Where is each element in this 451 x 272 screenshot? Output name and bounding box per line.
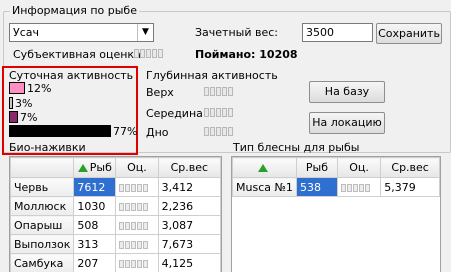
row-avg: 4,125 — [157, 253, 221, 272]
row-count[interactable]: 7612 — [73, 177, 117, 197]
table-row[interactable]: Самбука 207 4,125 — [10, 253, 221, 272]
depth-bottom-rating — [204, 127, 233, 136]
row-name[interactable]: Моллюск — [10, 196, 75, 216]
subjective-label: Субъективная оценка — [13, 48, 141, 61]
header-count[interactable]: Рыб — [295, 157, 338, 178]
depth-activity-title: Глубинная активность — [146, 69, 278, 82]
activity-bar-label: 77% — [113, 125, 138, 138]
row-count[interactable]: 313 — [73, 234, 117, 254]
row-rating[interactable] — [115, 177, 159, 197]
activity-bar-label: 3% — [15, 97, 33, 110]
rating-cells — [119, 240, 149, 249]
table-header-row: Рыб Оц. Ср.вес — [232, 157, 440, 178]
row-avg: 3,412 — [157, 177, 221, 197]
activity-bar — [9, 97, 13, 109]
activity-bar-label: 7% — [20, 111, 38, 124]
row-avg: 3,087 — [157, 215, 221, 235]
rating-cells — [119, 183, 149, 192]
score-input[interactable]: 3500 — [302, 23, 373, 42]
row-name[interactable]: Выползок — [10, 234, 75, 254]
row-rating[interactable] — [115, 253, 159, 272]
header-name — [232, 157, 297, 178]
rating-cells — [119, 202, 149, 211]
subjective-rating[interactable] — [134, 49, 163, 58]
rating-cells — [119, 221, 149, 230]
header-rating[interactable]: Оц. — [115, 157, 159, 178]
header-rating[interactable]: Оц. — [336, 157, 382, 178]
row-rating[interactable] — [336, 177, 382, 197]
row-avg: 2,236 — [157, 196, 221, 216]
row-rating[interactable] — [115, 234, 159, 254]
row-name[interactable]: Опарыш — [10, 215, 75, 235]
header-count[interactable]: Рыб — [73, 157, 117, 178]
table-row[interactable]: Моллюск 1030 2,236 — [10, 196, 221, 216]
table-row[interactable]: Червь 7612 3,412 — [10, 177, 221, 197]
row-name[interactable]: Musca №1 — [232, 177, 297, 197]
depth-middle-rating — [204, 108, 233, 117]
row-name[interactable]: Самбука — [10, 253, 75, 272]
to-location-button[interactable]: На локацию — [309, 112, 385, 134]
depth-bottom-label: Дно — [146, 126, 169, 139]
depth-middle-label: Середина — [146, 107, 203, 120]
row-avg: 5,379 — [380, 177, 440, 197]
table-row[interactable]: Опарыш 508 3,087 — [10, 215, 221, 235]
header-avg[interactable]: Ср.вес — [380, 157, 440, 178]
row-rating[interactable] — [115, 215, 159, 235]
activity-bar — [9, 125, 111, 137]
activity-bar — [9, 111, 18, 123]
bait-label: Био-наживки — [9, 141, 86, 154]
chevron-down-icon[interactable]: ▼ — [137, 24, 153, 41]
daily-activity-title: Суточная активность — [9, 69, 134, 82]
rating-cells — [119, 259, 149, 268]
activity-bar-label: 12% — [27, 82, 52, 95]
row-rating[interactable] — [115, 196, 159, 216]
group-title: Информация по рыбе — [10, 4, 139, 17]
header-avg[interactable]: Ср.вес — [157, 157, 221, 178]
lure-table[interactable]: Рыб Оц. Ср.вес Musca №1 538 5,379 — [231, 156, 441, 272]
activity-bar — [9, 82, 25, 94]
table-header-row: Рыб Оц. Ср.вес — [10, 157, 221, 178]
row-avg: 7,673 — [157, 234, 221, 254]
lure-type-title: Тип блесны для рыбы — [233, 141, 360, 154]
fish-select[interactable]: Усач ▼ — [9, 23, 154, 42]
caught-count: Поймано: 10208 — [195, 48, 298, 61]
row-count[interactable]: 508 — [73, 215, 117, 235]
bait-table[interactable]: Рыб Оц. Ср.вес Червь 7612 3,412 Моллюск 1030… — [9, 156, 222, 272]
row-name[interactable]: Червь — [10, 177, 75, 197]
sort-up-icon — [258, 164, 269, 172]
score-value: 3500 — [306, 26, 334, 39]
fish-select-value: Усач — [13, 26, 39, 39]
depth-top-label: Верх — [146, 86, 174, 99]
header-name — [10, 157, 75, 178]
sort-up-icon — [77, 164, 88, 172]
rating-cells — [340, 183, 370, 192]
depth-top-rating — [204, 87, 233, 96]
row-count[interactable]: 1030 — [73, 196, 117, 216]
save-button[interactable]: Сохранить — [376, 23, 442, 44]
row-count[interactable]: 538 — [295, 177, 338, 197]
table-row[interactable]: Выползок 313 7,673 — [10, 234, 221, 254]
table-row[interactable]: Musca №1 538 5,379 — [232, 177, 440, 197]
to-base-button[interactable]: На базу — [309, 81, 385, 103]
row-count[interactable]: 207 — [73, 253, 117, 272]
score-label: Зачетный вес: — [195, 26, 278, 39]
